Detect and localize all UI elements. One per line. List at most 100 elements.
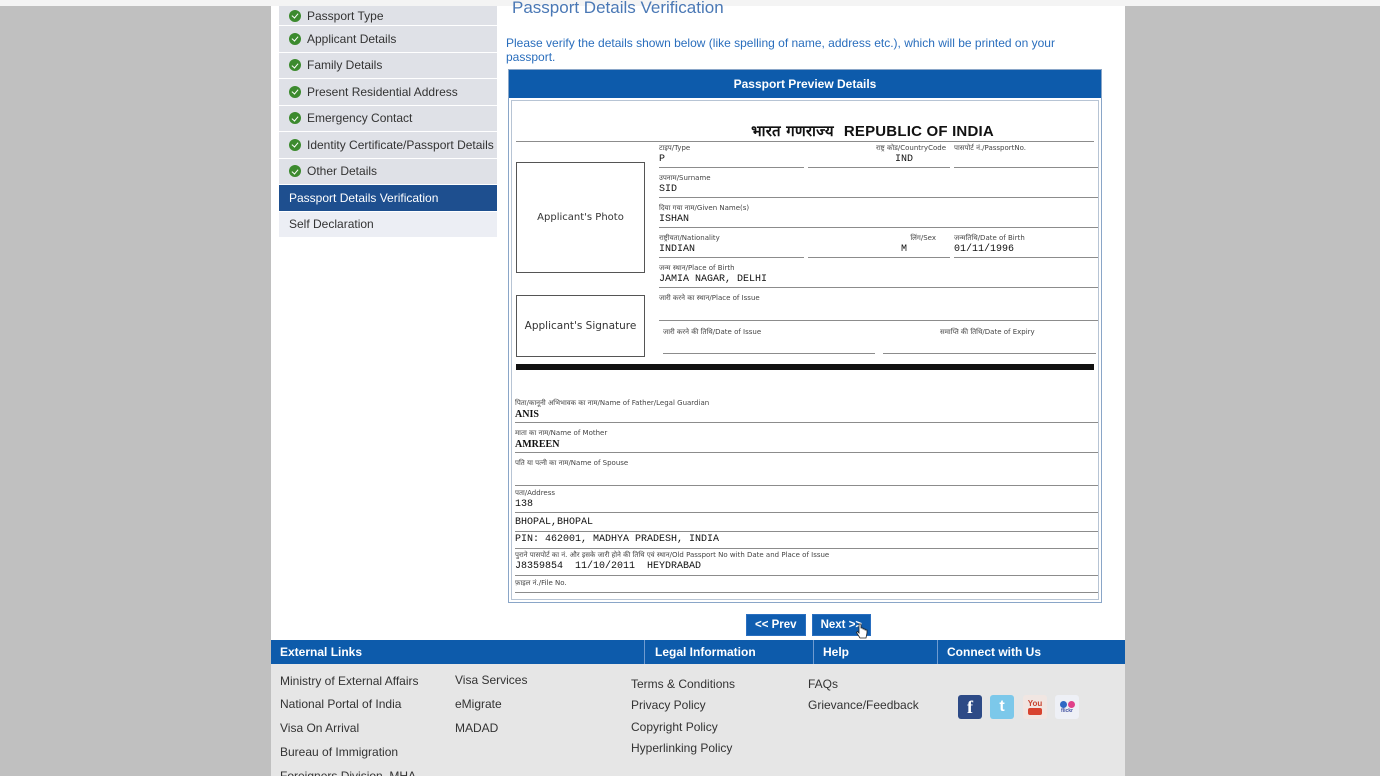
footer-link-copyright[interactable]: Copyright Policy [631, 720, 718, 734]
field-value: ANIS [515, 409, 539, 420]
field-label: जन्म स्थान/Place of Birth [659, 264, 735, 272]
footer-link-mea[interactable]: Ministry of External Affairs [280, 674, 419, 688]
sidebar-item-label: Family Details [307, 58, 383, 73]
flickr-dot-pink [1067, 700, 1075, 708]
footer-link-visa-services[interactable]: Visa Services [455, 673, 527, 687]
sidebar-item-applicant-details[interactable]: Applicant Details [279, 26, 497, 53]
field-sex: लिंग/Sex M [808, 233, 950, 258]
sidebar-item-label: Self Declaration [289, 217, 374, 232]
sidebar-item-label: Identity Certificate/Passport Details [307, 137, 494, 152]
footer-heading-external: External Links [271, 640, 645, 664]
field-label: पुराने पासपोर्ट का नं. और इसके जारी होने… [515, 551, 830, 559]
field-value [659, 304, 1098, 317]
footer-link-visa-on-arrival[interactable]: Visa On Arrival [280, 721, 359, 735]
check-icon [289, 165, 301, 178]
field-label: समाप्ति की तिथि/Date of Expiry [940, 328, 1035, 336]
sidebar-item-emergency-contact[interactable]: Emergency Contact [279, 105, 497, 132]
navigation-buttons: << Prev Next >> [746, 614, 872, 636]
sidebar-item-label: Passport Type [307, 8, 384, 23]
footer-link-grievance[interactable]: Grievance/Feedback [808, 698, 919, 712]
field-label: लिंग/Sex [910, 234, 936, 242]
field-label: पता/Address [515, 489, 556, 497]
sidebar: Passport Type Applicant Details Family D… [279, 6, 497, 238]
flickr-dots [1059, 700, 1075, 708]
twitter-icon[interactable]: t [990, 695, 1014, 719]
field-label: जारी करने की तिथि/Date of Issue [663, 328, 762, 336]
field-label: राष्ट्र कोड/CountryCode [875, 144, 946, 152]
check-icon [289, 85, 301, 98]
hand-cursor-icon [856, 623, 868, 639]
sidebar-item-identity-certificate[interactable]: Identity Certificate/Passport Details [279, 132, 497, 159]
field-label: राष्ट्रीयता/Nationality [659, 234, 720, 242]
republic-title-hindi: भारत गणराज्य [751, 122, 834, 140]
sidebar-item-present-address[interactable]: Present Residential Address [279, 79, 497, 106]
footer-link-privacy[interactable]: Privacy Policy [631, 698, 706, 712]
field-old-passport: पुराने पासपोर्ट का नं. और इसके जारी होने… [515, 550, 1098, 576]
field-mother-name: माता का नाम/Name of Mother AMREEN [515, 428, 1098, 453]
prev-button[interactable]: << Prev [746, 614, 806, 636]
intro-text: Please verify the details shown below (l… [506, 36, 1055, 64]
youtube-icon[interactable]: You [1023, 695, 1047, 719]
footer-link-emigrate[interactable]: eMigrate [455, 697, 502, 711]
divider [516, 141, 1094, 142]
applicant-photo-placeholder: Applicant's Photo [516, 162, 645, 273]
page-title: Passport Details Verification [512, 0, 724, 17]
footer-heading-connect: Connect with Us [947, 645, 1042, 659]
footer-link-terms[interactable]: Terms & Conditions [631, 677, 735, 691]
field-label: जारी करने का स्थान/Place of Issue [659, 294, 760, 302]
check-icon [289, 9, 301, 22]
sidebar-item-passport-type[interactable]: Passport Type [279, 6, 497, 26]
twitter-glyph: t [999, 698, 1005, 715]
sidebar-item-passport-verification[interactable]: Passport Details Verification [279, 185, 497, 212]
field-place-of-issue: जारी करने का स्थान/Place of Issue [659, 293, 1098, 321]
footer-heading-help: Help [814, 640, 938, 664]
field-value: AMREEN [515, 439, 560, 450]
footer-link-foreigners-division[interactable]: Foreigners Division, MHA [280, 769, 416, 776]
sidebar-item-family-details[interactable]: Family Details [279, 52, 497, 79]
sidebar-item-label: Emergency Contact [307, 111, 413, 126]
field-country-code: राष्ट्र कोड/CountryCode IND [808, 143, 950, 168]
flickr-dot-blue [1059, 700, 1067, 708]
field-value: J8359854 11/10/2011 HEYDRABAD [515, 561, 702, 572]
preview-body: भारत गणराज्य REPUBLIC OF INDIA Applicant'… [511, 100, 1099, 600]
field-address-line2: BHOPAL,BHOPAL [515, 515, 1098, 532]
field-surname: उपनाम/Surname SID [659, 173, 1098, 198]
field-value [515, 469, 1098, 482]
field-value: M [900, 244, 907, 255]
separator-bar [516, 364, 1094, 370]
field-nationality: राष्ट्रीयता/Nationality INDIAN [659, 233, 804, 258]
main-content: Passport Details Verification Please ver… [505, 0, 1105, 603]
republic-title: भारत गणराज्य REPUBLIC OF INDIA [512, 121, 1098, 141]
field-label: उपनाम/Surname [659, 174, 711, 182]
passport-page: Passport Type Applicant Details Family D… [271, 0, 1125, 776]
preview-header: Passport Preview Details [509, 70, 1101, 98]
footer-link-national-portal[interactable]: National Portal of India [280, 697, 401, 711]
applicant-signature-placeholder: Applicant's Signature [516, 295, 645, 357]
sidebar-item-self-declaration[interactable]: Self Declaration [279, 211, 497, 238]
facebook-icon[interactable]: f [958, 695, 982, 719]
field-value: SID [659, 184, 678, 195]
flickr-icon[interactable]: flickr [1055, 695, 1079, 719]
field-date-of-birth: जन्मतिथि/Date of Birth 01/11/1996 [954, 233, 1098, 258]
footer-link-bureau-immigration[interactable]: Bureau of Immigration [280, 745, 398, 759]
field-value: ISHAN [659, 214, 690, 225]
youtube-glyph: You [1027, 699, 1043, 708]
footer-link-hyperlinking[interactable]: Hyperlinking Policy [631, 741, 732, 755]
field-type: टाइप/Type P [659, 143, 804, 168]
field-date-of-expiry: समाप्ति की तिथि/Date of Expiry [883, 327, 1096, 354]
check-icon [289, 138, 301, 151]
sidebar-item-label: Applicant Details [307, 31, 397, 46]
field-value [954, 154, 1098, 167]
field-value: P [659, 154, 666, 165]
footer-link-madad[interactable]: MADAD [455, 721, 498, 735]
field-spouse-name: पति या पत्नी का नाम/Name of Spouse [515, 458, 1098, 486]
field-father-name: पिता/कानूनी अभिभावक का नाम/Name of Fathe… [515, 398, 1098, 423]
sidebar-item-other-details[interactable]: Other Details [279, 158, 497, 185]
field-file-no: फ़ाइल नं./File No. [515, 578, 1098, 593]
field-value: 01/11/1996 [954, 244, 1015, 255]
field-value: 138 [515, 499, 534, 510]
check-icon [289, 59, 301, 72]
footer-link-faqs[interactable]: FAQs [808, 677, 838, 691]
sidebar-item-label: Passport Details Verification [289, 190, 439, 205]
check-icon [289, 112, 301, 125]
